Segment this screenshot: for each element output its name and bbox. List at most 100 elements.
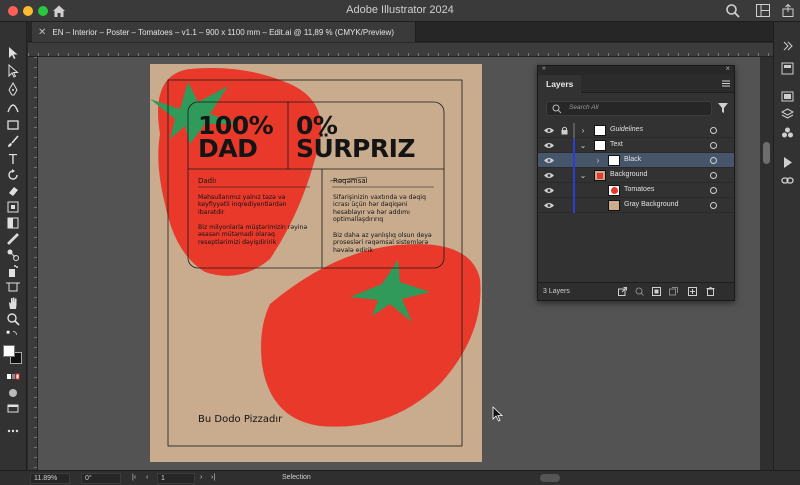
- direct-selection-tool-icon[interactable]: [5, 64, 21, 78]
- target-circle-icon[interactable]: [710, 202, 717, 209]
- fill-stroke-swatch[interactable]: [2, 344, 24, 366]
- swap-fill-stroke-icon[interactable]: [3, 328, 23, 342]
- layers-panel-icon[interactable]: [781, 108, 794, 121]
- eyedropper-tool-icon[interactable]: [5, 232, 21, 246]
- new-sublayer-icon[interactable]: [669, 287, 678, 296]
- app-title: Adobe Illustrator 2024: [346, 4, 454, 16]
- libraries-panel-icon[interactable]: [781, 90, 794, 103]
- color-mode-icon[interactable]: [5, 370, 21, 384]
- expand-chevron-icon[interactable]: ›: [594, 156, 602, 165]
- blend-tool-icon[interactable]: [5, 248, 21, 262]
- left-column-para2[interactable]: Biz milyonlarla müştərimizin rəyinə əsas…: [198, 224, 313, 246]
- layer-color-bar: [573, 168, 575, 183]
- visibility-eye-icon[interactable]: [544, 187, 554, 194]
- visibility-eye-icon[interactable]: [544, 202, 554, 209]
- next-artboard-button[interactable]: ›: [200, 474, 202, 481]
- left-column-heading[interactable]: Dadlı: [198, 177, 216, 185]
- panel-menu-icon[interactable]: [722, 80, 730, 87]
- layer-row-tomatoes[interactable]: Tomatoes: [538, 183, 734, 198]
- right-column-heading[interactable]: Rəqəmsal: [333, 177, 368, 185]
- zoom-level-field[interactable]: 11.89%: [30, 473, 70, 484]
- links-panel-icon[interactable]: [781, 174, 794, 187]
- curvature-tool-icon[interactable]: [5, 100, 21, 114]
- drawing-mode-icon[interactable]: [5, 386, 21, 400]
- horizontal-ruler[interactable]: [28, 43, 773, 57]
- workspace-layout-icon[interactable]: [756, 4, 770, 17]
- collapse-chevron-icon[interactable]: ⌄: [579, 171, 587, 180]
- filter-icon[interactable]: [718, 103, 728, 113]
- visibility-eye-icon[interactable]: [544, 142, 554, 149]
- layer-row-gray-background[interactable]: Gray Background: [538, 198, 734, 213]
- headline-right-line2[interactable]: SÜRPRIZ: [296, 136, 416, 161]
- layer-row-background[interactable]: ⌄ Background: [538, 168, 734, 183]
- layer-row-guidelines[interactable]: › Guidelines: [538, 123, 734, 138]
- lock-icon[interactable]: [561, 126, 568, 135]
- close-panel-icon[interactable]: ×: [725, 64, 730, 73]
- right-column-para2[interactable]: Biz daha az yanlışlıq olsun deyə prosesl…: [333, 232, 433, 254]
- artboard-tool-icon[interactable]: [5, 280, 21, 294]
- tools-panel: T: [0, 22, 27, 470]
- previous-artboard-button[interactable]: ‹: [146, 474, 148, 481]
- visibility-eye-icon[interactable]: [544, 172, 554, 179]
- edit-toolbar-icon[interactable]: [5, 424, 21, 438]
- share-icon[interactable]: [782, 4, 794, 17]
- close-tab-icon[interactable]: ✕: [38, 27, 46, 38]
- poster-footer[interactable]: Bu Dodo Pizzadır: [198, 414, 282, 425]
- layer-thumbnail: [594, 125, 606, 136]
- panel-grip[interactable]: » ×: [538, 64, 734, 75]
- target-circle-icon[interactable]: [710, 127, 717, 134]
- document-tab[interactable]: ✕ EN – Interior – Poster – Tomatoes – v1…: [32, 22, 416, 42]
- search-icon[interactable]: [725, 3, 741, 19]
- symbol-sprayer-tool-icon[interactable]: [5, 264, 21, 278]
- zoom-tool-icon[interactable]: [5, 312, 21, 326]
- target-circle-icon[interactable]: [710, 157, 717, 164]
- hand-tool-icon[interactable]: [5, 296, 21, 310]
- paintbrush-tool-icon[interactable]: [5, 134, 21, 148]
- scale-tool-icon[interactable]: [5, 200, 21, 214]
- type-tool-icon[interactable]: T: [5, 152, 21, 166]
- artboard-number-field[interactable]: 1: [157, 473, 195, 484]
- layer-row-black[interactable]: › Black: [538, 153, 734, 168]
- visibility-eye-icon[interactable]: [544, 127, 554, 134]
- pen-tool-icon[interactable]: [5, 82, 21, 96]
- new-layer-icon[interactable]: [688, 287, 697, 296]
- vertical-scrollbar[interactable]: [760, 57, 773, 470]
- properties-panel-icon[interactable]: [781, 62, 794, 75]
- visibility-eye-icon[interactable]: [544, 157, 554, 164]
- layers-panel-footer: 3 Layers: [538, 282, 734, 300]
- symbols-panel-icon[interactable]: [781, 126, 794, 139]
- first-artboard-button[interactable]: |‹: [132, 474, 136, 481]
- document-tab-bar: ✕ EN – Interior – Poster – Tomatoes – v1…: [28, 22, 773, 42]
- right-column-para1[interactable]: Sifarişinizin vaxtında və dəqiq icrası ü…: [333, 194, 433, 224]
- current-tool-status[interactable]: Selection: [282, 474, 311, 481]
- expand-chevron-icon[interactable]: ›: [579, 126, 587, 135]
- vertical-ruler[interactable]: [28, 57, 38, 470]
- target-circle-icon[interactable]: [710, 172, 717, 179]
- artboard[interactable]: 100% DAD 0% SÜRPRIZ Dadlı Məhsullarımız …: [150, 64, 482, 462]
- export-icon[interactable]: [618, 287, 627, 296]
- rotation-field[interactable]: 0°: [81, 473, 121, 484]
- horizontal-scroll-thumb[interactable]: [540, 474, 560, 482]
- target-circle-icon[interactable]: [710, 142, 717, 149]
- rectangle-tool-icon[interactable]: [5, 118, 21, 132]
- delete-layer-icon[interactable]: [706, 287, 715, 296]
- headline-left-line2[interactable]: DAD: [198, 136, 258, 161]
- gradient-tool-icon[interactable]: [5, 216, 21, 230]
- collapse-panel-icon[interactable]: »: [542, 65, 546, 72]
- locate-object-icon[interactable]: [635, 287, 644, 296]
- target-circle-icon[interactable]: [710, 187, 717, 194]
- tab-layers[interactable]: Layers: [538, 75, 582, 93]
- scrollbar-thumb[interactable]: [763, 142, 770, 164]
- selection-tool-icon[interactable]: [5, 46, 21, 60]
- screen-mode-icon[interactable]: [5, 402, 21, 416]
- layer-row-text[interactable]: ⌄ Text: [538, 138, 734, 153]
- collapse-chevron-icon[interactable]: ⌄: [579, 141, 587, 150]
- actions-panel-icon[interactable]: [781, 156, 794, 169]
- collapse-panels-icon[interactable]: [781, 40, 794, 53]
- rotate-tool-icon[interactable]: [5, 168, 21, 182]
- eraser-tool-icon[interactable]: [5, 184, 21, 198]
- left-column-para1[interactable]: Məhsullarımız yalnız təzə və keyfiyyətli…: [198, 194, 313, 216]
- last-artboard-button[interactable]: ›|: [211, 474, 215, 481]
- clipping-mask-icon[interactable]: [652, 287, 661, 296]
- layers-search-input[interactable]: Search All: [546, 101, 712, 116]
